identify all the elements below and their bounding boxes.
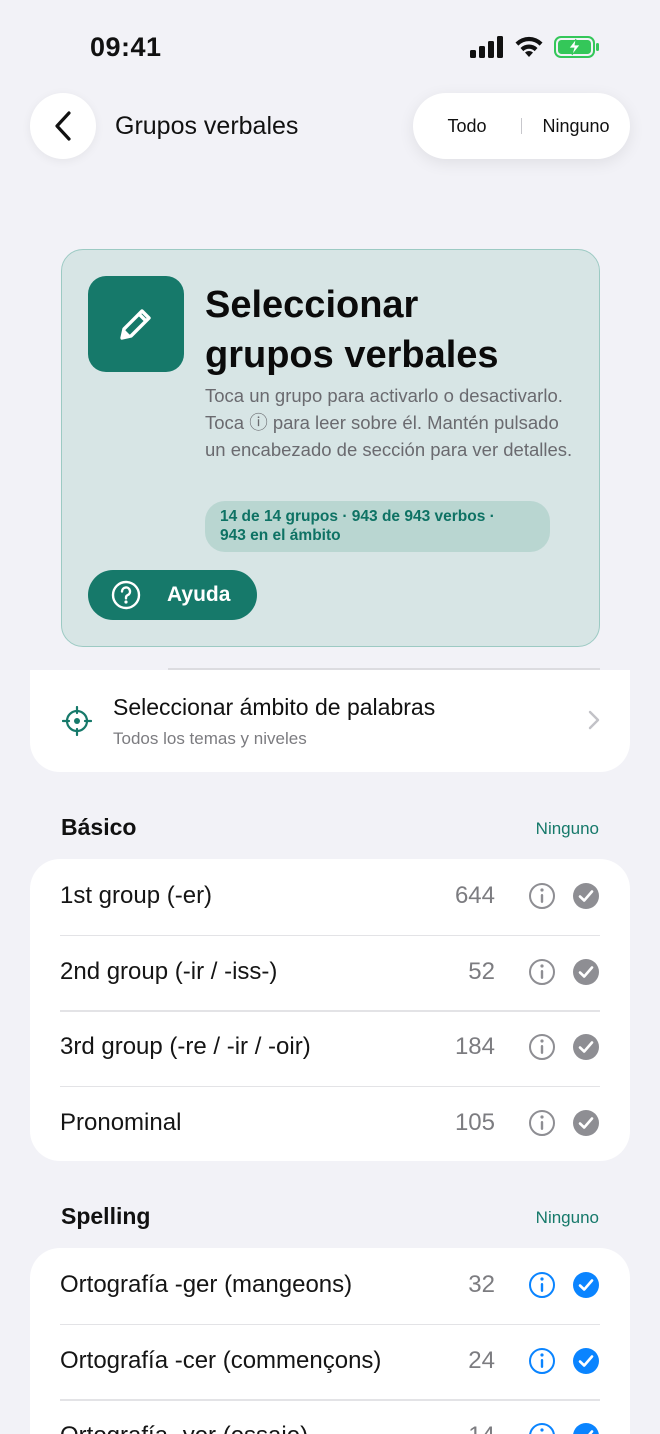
verb-count: 644 [454, 882, 495, 909]
checkmark-circle-icon[interactable] [572, 1347, 600, 1375]
verb-count: 32 [468, 1271, 495, 1298]
list-item[interactable]: Ortografía -yer (essaie) 14 [30, 1399, 630, 1434]
verb-count: 52 [468, 957, 495, 985]
target-icon [62, 706, 92, 736]
word-scope-selector[interactable]: Seleccionar ámbito de palabras Todos los… [30, 670, 630, 772]
question-circle-icon [111, 580, 141, 610]
select-all-none-control: Todo Ninguno [413, 93, 630, 159]
page-title: Grupos verbales [115, 112, 299, 140]
status-icons [470, 36, 600, 58]
info-icon[interactable] [528, 1422, 556, 1434]
checkmark-circle-icon[interactable] [572, 958, 600, 986]
section-spelling-none-button[interactable]: Ninguno [536, 1208, 599, 1228]
battery-charging-icon [554, 36, 599, 58]
checkmark-circle-icon[interactable] [572, 1271, 600, 1299]
section-basico-list: 1st group (-er) 644 2nd group (-ir / -is… [30, 859, 630, 1161]
pencil-icon-tile [88, 276, 184, 372]
info-icon[interactable] [528, 1271, 556, 1299]
group-label: 3rd group (-re / -ir / -oir) [60, 1033, 311, 1060]
group-label: Ortografía -cer (commençons) [60, 1346, 382, 1374]
chevron-left-icon [55, 111, 71, 141]
selection-count-badge: 14 de 14 grupos · 943 de 943 verbos · 94… [205, 501, 550, 552]
group-label: Ortografía -yer (essaie) [60, 1422, 308, 1434]
verb-count: 105 [454, 1108, 495, 1136]
list-item[interactable]: Ortografía -ger (mangeons) 32 [30, 1248, 630, 1324]
checkmark-circle-icon[interactable] [572, 1422, 600, 1434]
list-item[interactable]: Ortografía -cer (commençons) 24 [30, 1323, 630, 1400]
help-button[interactable]: Ayuda [88, 570, 257, 620]
checkmark-circle-icon[interactable] [572, 1109, 600, 1137]
verb-count: 184 [454, 1033, 495, 1060]
info-icon[interactable] [528, 1033, 556, 1061]
list-item[interactable]: 1st group (-er) 644 [30, 859, 630, 935]
hero-card: Seleccionar grupos verbales Toca un grup… [61, 249, 600, 647]
info-icon[interactable] [528, 1109, 556, 1137]
group-label: Pronominal [60, 1108, 182, 1136]
verb-count: 14 [468, 1422, 495, 1434]
info-icon[interactable] [528, 882, 556, 910]
scope-subtitle: Todos los temas y niveles [113, 729, 307, 748]
section-header-spelling[interactable]: Spelling [61, 1203, 150, 1230]
group-label: 1st group (-er) [60, 882, 213, 909]
status-time: 09:41 [90, 32, 162, 62]
chevron-right-icon [588, 710, 600, 730]
status-bar: 09:41 [0, 0, 660, 96]
select-all-button[interactable]: Todo [413, 116, 521, 137]
group-label: 2nd group (-ir / -iss-) [60, 957, 278, 985]
pencil-icon [120, 309, 151, 340]
verb-count: 24 [468, 1346, 495, 1374]
checkmark-circle-icon[interactable] [572, 1033, 600, 1061]
section-header-basico[interactable]: Básico [61, 814, 136, 841]
list-item[interactable]: Pronominal 105 [30, 1085, 630, 1162]
hero-description: Toca un grupo para activarlo o desactiva… [205, 385, 573, 460]
wifi-icon [515, 36, 543, 57]
scope-title: Seleccionar ámbito de palabras [113, 694, 436, 720]
cellular-signal-icon [470, 36, 503, 58]
help-button-label: Ayuda [167, 583, 231, 606]
list-item[interactable]: 3rd group (-re / -ir / -oir) 184 [30, 1010, 630, 1086]
checkmark-circle-icon[interactable] [572, 882, 600, 910]
section-basico-none-button[interactable]: Ninguno [536, 819, 599, 839]
section-spelling-list: Ortografía -ger (mangeons) 32 Ortografía… [30, 1248, 630, 1434]
info-icon[interactable] [528, 958, 556, 986]
hero-title: Seleccionar grupos verbales [205, 284, 499, 376]
select-none-button[interactable]: Ninguno [522, 116, 630, 137]
group-label: Ortografía -ger (mangeons) [60, 1271, 353, 1298]
info-icon[interactable] [528, 1347, 556, 1375]
back-button[interactable] [30, 93, 96, 159]
list-item[interactable]: 2nd group (-ir / -iss-) 52 [30, 934, 630, 1011]
